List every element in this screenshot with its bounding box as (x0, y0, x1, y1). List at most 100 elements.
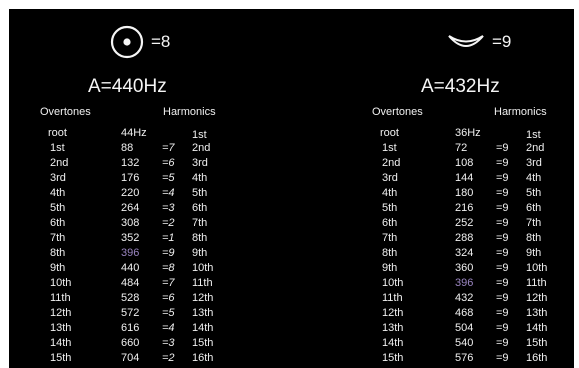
panel-432hz: =9 A=432Hz Overtones Harmonics root 36Hz 1… (291, 9, 574, 368)
harmonic-cell: 4th (526, 172, 542, 184)
digit-sum-cell: =9 (496, 262, 509, 274)
harmonic-cell: 9th (526, 247, 542, 259)
overtone-cell: root (48, 127, 67, 139)
digit-sum-cell: =3 (162, 202, 175, 214)
overtone-cell: 2nd (50, 157, 69, 169)
frequency-cell: 440 (121, 262, 140, 274)
overtone-cell: 9th (382, 262, 398, 274)
overtone-cell: 14th (382, 337, 404, 349)
overtone-cell: 6th (382, 217, 398, 229)
overtone-cell: 1st (50, 142, 65, 154)
frequency-cell: 180 (455, 187, 474, 199)
overtone-cell: 12th (50, 307, 72, 319)
overtone-cell: 15th (50, 352, 72, 364)
harmonic-cell: 10th (192, 262, 214, 274)
overtone-cell: 10th (50, 277, 72, 289)
overtone-cell: 12th (382, 307, 404, 319)
overtone-cell: 10th (382, 277, 404, 289)
overtone-cell: 11th (382, 292, 403, 304)
digit-sum-cell: =9 (496, 337, 509, 349)
overtone-cell: 4th (50, 187, 66, 199)
frequency-cell: 504 (455, 322, 474, 334)
frequency-cell: 572 (121, 307, 140, 319)
harmonic-cell: 7th (192, 217, 208, 229)
harmonic-cell: 5th (192, 187, 208, 199)
overtone-cell: 5th (50, 202, 66, 214)
digit-sum-cell: =9 (496, 217, 509, 229)
digit-sum-cell: =9 (496, 232, 509, 244)
frequency-cell: 216 (455, 202, 474, 214)
video-screen: =8 A=440Hz Overtones Harmonics root 44Hz 1… (9, 9, 574, 368)
frequency-cell: 144 (455, 172, 474, 184)
harmonic-cell: 10th (526, 262, 548, 274)
frequency-cell: 252 (455, 217, 474, 229)
overtone-cell: 5th (382, 202, 398, 214)
frequency-cell: 264 (121, 202, 140, 214)
frequency-cell: 396 (121, 247, 140, 259)
overtone-cell: 1st (382, 142, 397, 154)
harmonic-cell: 12th (526, 292, 548, 304)
harmonic-cell: 14th (192, 322, 214, 334)
frequency-cell: 36Hz (455, 127, 481, 139)
frequency-cell: 432 (455, 292, 474, 304)
digit-sum-cell: =9 (496, 187, 509, 199)
crescent-icon (448, 35, 484, 47)
digit-sum-cell: =9 (496, 307, 509, 319)
frequency-cell: 308 (121, 217, 140, 229)
harmonic-cell: 14th (526, 322, 548, 334)
frame: =8 A=440Hz Overtones Harmonics root 44Hz 1… (0, 0, 579, 368)
frequency-cell: 468 (455, 307, 474, 319)
digit-sum-cell: =9 (496, 292, 509, 304)
digit-sum-cell: =9 (496, 157, 509, 169)
harmonic-cell: 12th (192, 292, 214, 304)
harmonic-cell: 4th (192, 172, 208, 184)
frequency-cell: 396 (455, 277, 474, 289)
frequency-cell: 132 (121, 157, 140, 169)
symbol-row-left: =8 (109, 23, 170, 61)
digit-sum-cell: =4 (162, 322, 175, 334)
digit-sum-cell: =5 (162, 172, 175, 184)
digit-sum-cell: =2 (162, 352, 175, 364)
frequency-cell: 176 (121, 172, 140, 184)
overtone-cell: 6th (50, 217, 66, 229)
frequency-cell: 616 (121, 322, 140, 334)
harmonic-cell: 13th (192, 307, 214, 319)
digit-sum-cell: =9 (496, 352, 509, 364)
digit-sum-cell: =9 (496, 172, 509, 184)
overtone-cell: 13th (382, 322, 404, 334)
harmonic-cell: 15th (526, 337, 548, 349)
harmonic-cell: 9th (192, 247, 208, 259)
harmonic-cell: 8th (526, 232, 542, 244)
harmonic-cell: 11th (526, 277, 547, 289)
frequency-cell: 528 (121, 292, 140, 304)
digit-sum-cell: =4 (162, 187, 175, 199)
harmonic-cell: 16th (526, 352, 548, 364)
overtone-cell: 9th (50, 262, 66, 274)
harmonic-cell: 3rd (192, 157, 208, 169)
digit-sum-cell: =7 (162, 277, 175, 289)
digit-sum-cell: =3 (162, 337, 175, 349)
harmonic-cell: 2nd (526, 142, 545, 154)
harmonic-cell: 6th (526, 202, 542, 214)
frequency-title-left: A=440Hz (88, 76, 167, 97)
frequency-cell: 72 (455, 142, 468, 154)
overtone-cell: 2nd (382, 157, 401, 169)
overtone-cell: root (380, 127, 399, 139)
harmonic-cell: 2nd (192, 142, 211, 154)
harmonic-cell: 11th (192, 277, 213, 289)
overtone-cell: 14th (50, 337, 72, 349)
digit-sum-cell: =9 (496, 202, 509, 214)
overtones-header-left: Overtones (40, 106, 91, 118)
digit-sum-cell: =6 (162, 157, 175, 169)
digit-sum-cell: =9 (496, 142, 509, 154)
frequency-cell: 540 (455, 337, 474, 349)
overtone-cell: 15th (382, 352, 404, 364)
overtone-cell: 3rd (50, 172, 66, 184)
frequency-cell: 88 (121, 142, 134, 154)
harmonics-header-right: Harmonics (494, 106, 547, 118)
digit-sum-cell: =5 (162, 307, 175, 319)
digit-sum-cell: =9 (496, 322, 509, 334)
overtone-cell: 7th (382, 232, 398, 244)
overtone-cell: 13th (50, 322, 72, 334)
digit-sum-cell: =9 (496, 247, 509, 259)
